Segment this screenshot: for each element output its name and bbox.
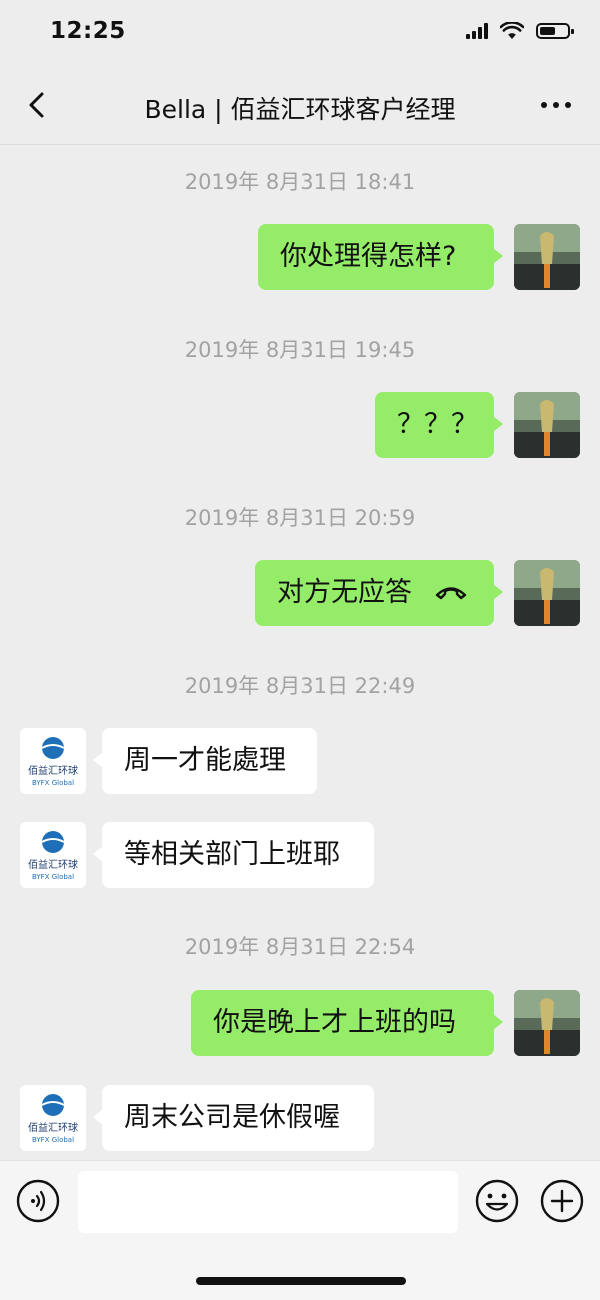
message-text: 周一才能處理: [124, 745, 286, 776]
my-avatar[interactable]: [514, 560, 580, 626]
status-time: 12:25: [50, 18, 126, 44]
more-functions-button[interactable]: [540, 1179, 584, 1223]
voice-input-button[interactable]: [16, 1179, 60, 1223]
message-text: 周末公司是休假喔: [124, 1102, 340, 1133]
emoji-button[interactable]: [475, 1179, 519, 1223]
contact-avatar[interactable]: 佰益汇环球 BYFX Global: [20, 1085, 86, 1151]
message-bubble-sent[interactable]: 你处理得怎样?: [258, 224, 503, 290]
home-indicator[interactable]: [196, 1277, 406, 1285]
status-icons: [466, 22, 574, 40]
my-avatar[interactable]: [514, 392, 580, 458]
message-bubble-received[interactable]: 周一才能處理: [93, 728, 317, 794]
chat-title: Bella | 佰益汇环球客户经理: [144, 95, 456, 124]
timestamp: 2019年 8月31日 19:45: [184, 338, 416, 362]
back-button[interactable]: [22, 88, 56, 122]
logo-subtext: BYFX Global: [32, 779, 74, 787]
timestamp: 2019年 8月31日 20:59: [184, 506, 416, 530]
logo-text: 佰益汇环球: [28, 1121, 78, 1134]
message-text: 对方无应答: [277, 577, 412, 608]
message-bubble-sent[interactable]: 你是晚上才上班的吗: [191, 990, 503, 1056]
plus-icon: [540, 1179, 584, 1223]
logo-subtext: BYFX Global: [32, 1136, 74, 1144]
my-avatar[interactable]: [514, 224, 580, 290]
timestamp: 2019年 8月31日 18:41: [184, 170, 416, 194]
message-text: 你处理得怎样?: [280, 241, 457, 272]
timestamp: 2019年 8月31日 22:49: [184, 674, 416, 698]
my-avatar[interactable]: [514, 990, 580, 1056]
logo-text: 佰益汇环球: [28, 764, 78, 777]
message-text: 你是晚上才上班的吗: [213, 1007, 456, 1038]
message-bubble-received[interactable]: 等相关部门上班耶: [93, 822, 374, 888]
wifi-icon: [500, 22, 524, 39]
logo-subtext: BYFX Global: [32, 873, 74, 881]
chat-header: Bella | 佰益汇环球客户经理: [0, 66, 600, 145]
contact-avatar[interactable]: 佰益汇环球 BYFX Global: [20, 728, 86, 794]
message-bubble-sent[interactable]: ？？？: [375, 392, 503, 458]
contact-avatar[interactable]: 佰益汇环球 BYFX Global: [20, 822, 86, 888]
call-record-bubble[interactable]: 对方无应答: [255, 560, 503, 626]
logo-text: 佰益汇环球: [28, 858, 78, 871]
status-bar: 12:25: [0, 0, 600, 66]
message-text: ？？？: [397, 409, 478, 440]
message-text: 等相关部门上班耶: [124, 839, 340, 870]
chevron-left-icon: [29, 92, 44, 118]
timestamp: 2019年 8月31日 22:54: [184, 935, 416, 959]
hangup-phone-icon: [435, 586, 466, 599]
more-options-button[interactable]: [536, 92, 576, 118]
more-dots-icon: [541, 102, 547, 108]
smiley-icon: [475, 1179, 519, 1223]
battery-icon: [536, 23, 574, 39]
message-input[interactable]: [78, 1171, 458, 1233]
cellular-signal-icon: [466, 23, 488, 39]
voice-icon: [16, 1179, 60, 1223]
message-bubble-received[interactable]: 周末公司是休假喔: [93, 1085, 374, 1151]
